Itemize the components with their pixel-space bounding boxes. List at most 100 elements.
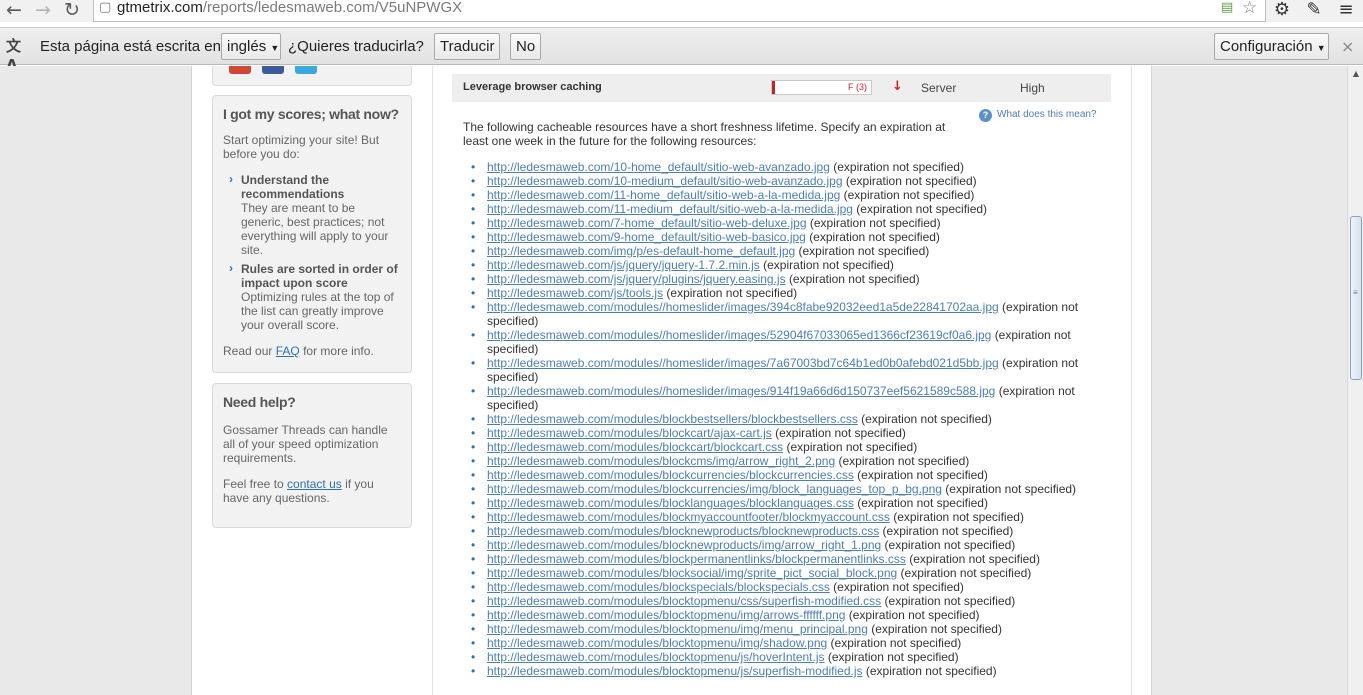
google-plus-icon[interactable] <box>229 66 251 74</box>
resource-link[interactable]: http://ledesmaweb.com/js/jquery/plugins/… <box>487 272 786 286</box>
star-icon[interactable]: ☆ <box>1242 0 1257 18</box>
expiration-note: (expiration not specified) <box>945 482 1077 496</box>
bullet-icon: • <box>471 552 476 566</box>
resource-link[interactable]: http://ledesmaweb.com/modules/blocktopme… <box>487 608 845 622</box>
rule-name[interactable]: Leverage browser caching <box>463 81 602 93</box>
resource-link[interactable]: http://ledesmaweb.com/modules/blocklangu… <box>487 496 854 510</box>
faq-link[interactable]: FAQ <box>276 344 300 358</box>
expiration-note: (expiration not specified) <box>856 202 988 216</box>
back-icon[interactable]: ← <box>4 0 24 20</box>
grade-label: F (3) <box>848 82 867 92</box>
resource-link[interactable]: http://ledesmaweb.com/modules/blockcart/… <box>487 440 783 454</box>
list-item: • http://ledesmaweb.com/9-home_default/si… <box>463 230 1093 244</box>
resource-link[interactable]: http://ledesmaweb.com/modules//homeslide… <box>487 384 995 398</box>
resource-link[interactable]: http://ledesmaweb.com/modules//homeslide… <box>487 356 999 370</box>
rule-row[interactable]: Leverage browser caching F (3) ↓ Server … <box>452 74 1111 102</box>
address-bar[interactable]: ▢ gtmetrix.com/reports/ledesmaweb.com/V5… <box>93 0 1266 22</box>
expiration-note: (expiration not specified) <box>857 468 988 482</box>
resource-link[interactable]: http://ledesmaweb.com/modules/blocknewpr… <box>487 538 881 552</box>
resource-link[interactable]: http://ledesmaweb.com/js/jquery/jquery-1… <box>487 258 760 272</box>
bullet-icon: • <box>471 650 476 664</box>
expiration-note: (expiration not specified) <box>838 454 970 468</box>
bullet-icon: • <box>471 496 476 510</box>
resource-link[interactable]: http://ledesmaweb.com/modules/blocknewpr… <box>487 524 879 538</box>
resource-link[interactable]: http://ledesmaweb.com/modules/blockcms/i… <box>487 454 835 468</box>
close-icon[interactable]: × <box>1341 37 1354 56</box>
resource-link[interactable]: http://ledesmaweb.com/modules/blockperma… <box>487 552 906 566</box>
resource-link[interactable]: http://ledesmaweb.com/11-medium_default/… <box>487 202 853 216</box>
bullet-icon: • <box>471 580 476 594</box>
resource-link[interactable]: http://ledesmaweb.com/modules/blockbests… <box>487 412 858 426</box>
social-box <box>212 66 412 86</box>
translate-button[interactable]: Traducir <box>434 33 501 60</box>
resource-link[interactable]: http://ledesmaweb.com/modules/blockmyacc… <box>487 510 890 524</box>
faq-line: Read our FAQ for more info. <box>223 344 374 358</box>
resource-link[interactable]: http://ledesmaweb.com/modules/blocktopme… <box>487 594 881 608</box>
resource-link[interactable]: http://ledesmaweb.com/10-home_default/si… <box>487 160 830 174</box>
pen-icon[interactable]: ✎ <box>1302 0 1326 20</box>
bullet-icon: • <box>471 272 476 286</box>
resource-link[interactable]: http://ledesmaweb.com/modules/blocksocia… <box>487 566 897 580</box>
resource-link[interactable]: http://ledesmaweb.com/7-home_default/sit… <box>487 216 807 230</box>
resource-link[interactable]: http://ledesmaweb.com/img/p/es-default-h… <box>487 244 795 258</box>
list-item: • http://ledesmaweb.com/modules/blocksoci… <box>463 566 1093 580</box>
expiration-note: (expiration not specified) <box>809 216 941 230</box>
resource-link[interactable]: http://ledesmaweb.com/10-medium_default/… <box>487 174 843 188</box>
resource-link[interactable]: http://ledesmaweb.com/modules//homeslide… <box>487 328 991 342</box>
bullet-icon: • <box>471 174 476 188</box>
page-viewport: I got my scores; what now? Start optimiz… <box>0 66 1347 695</box>
resource-link[interactable]: http://ledesmaweb.com/modules/blocktopme… <box>487 664 863 678</box>
reload-icon[interactable]: ↻ <box>62 0 82 20</box>
url-text[interactable]: gtmetrix.com/reports/ledesmaweb.com/V5uN… <box>117 0 462 18</box>
what-does-this-mean-link[interactable]: What does this mean? <box>997 109 1097 120</box>
translate-message: Esta página está escrita en <box>40 38 221 55</box>
scores-help-box: I got my scores; what now? Start optimiz… <box>212 95 412 373</box>
expiration-note: (expiration not specified) <box>857 496 988 510</box>
rule-priority: High <box>1020 81 1045 95</box>
settings-button[interactable]: Configuración ▼ <box>1214 33 1329 60</box>
resource-link[interactable]: http://ledesmaweb.com/modules//homeslide… <box>487 300 999 314</box>
wrench-icon[interactable]: ⚙ <box>1270 0 1294 20</box>
resource-link[interactable]: http://ledesmaweb.com/modules/blockcurre… <box>487 482 942 496</box>
expiration-note: (expiration not specified) <box>830 636 962 650</box>
resource-link[interactable]: http://ledesmaweb.com/modules/blocktopme… <box>487 650 825 664</box>
resource-link[interactable]: http://ledesmaweb.com/modules/blockcurre… <box>487 468 854 482</box>
resource-link[interactable]: http://ledesmaweb.com/9-home_default/sit… <box>487 230 806 244</box>
expiration-note: (expiration not specified) <box>666 286 798 300</box>
resource-link[interactable]: http://ledesmaweb.com/modules/blocktopme… <box>487 636 827 650</box>
expiration-note: (expiration not specified) <box>775 426 906 440</box>
page-icon: ▢ <box>99 0 112 15</box>
language-select[interactable]: inglés ▼ <box>221 33 281 60</box>
list-item: • http://ledesmaweb.com/modules//homeslid… <box>463 384 1093 412</box>
list-item: • http://ledesmaweb.com/7-home_default/si… <box>463 216 1093 230</box>
resource-link[interactable]: http://ledesmaweb.com/modules/blockcart/… <box>487 426 772 440</box>
resource-link[interactable]: http://ledesmaweb.com/modules/blocktopme… <box>487 622 868 636</box>
bullet-icon: • <box>471 258 476 272</box>
bullet-icon: • <box>471 510 476 524</box>
forward-icon[interactable]: → <box>33 0 53 20</box>
scrollbar-thumb[interactable]: ≡ <box>1350 216 1362 380</box>
list-item: • http://ledesmaweb.com/10-medium_default… <box>463 174 1093 188</box>
menu-icon[interactable]: ≡ <box>1334 0 1358 20</box>
list-item: • http://ledesmaweb.com/modules/blockmyac… <box>463 510 1093 524</box>
twitter-icon[interactable] <box>295 66 317 74</box>
list-item: • http://ledesmaweb.com/modules/blockcart… <box>463 440 1093 454</box>
bullet-icon: • <box>471 468 476 482</box>
resource-link[interactable]: http://ledesmaweb.com/11-home_default/si… <box>487 188 840 202</box>
list-item: • http://ledesmaweb.com/modules//homeslid… <box>463 356 1093 384</box>
contact-link[interactable]: contact us <box>287 477 342 491</box>
rss-icon[interactable]: ▤ <box>1221 0 1233 18</box>
no-button[interactable]: No <box>510 33 542 60</box>
help-icon[interactable]: ? <box>979 109 992 122</box>
facebook-icon[interactable] <box>262 66 284 74</box>
list-item: • http://ledesmaweb.com/img/p/es-default-… <box>463 244 1093 258</box>
bullet-icon: • <box>471 202 476 216</box>
bullet-icon: • <box>471 244 476 258</box>
resource-link[interactable]: http://ledesmaweb.com/js/tools.js <box>487 286 663 300</box>
list-item: • http://ledesmaweb.com/modules/blockcart… <box>463 426 1093 440</box>
scroll-up-icon[interactable]: ▲ <box>1349 66 1363 82</box>
list-item: • http://ledesmaweb.com/js/jquery/plugins… <box>463 272 1093 286</box>
resource-link[interactable]: http://ledesmaweb.com/modules/blockspeci… <box>487 580 830 594</box>
scrollbar[interactable]: ▲ ≡ <box>1347 66 1363 695</box>
expiration-note: (expiration not specified) <box>865 664 997 678</box>
